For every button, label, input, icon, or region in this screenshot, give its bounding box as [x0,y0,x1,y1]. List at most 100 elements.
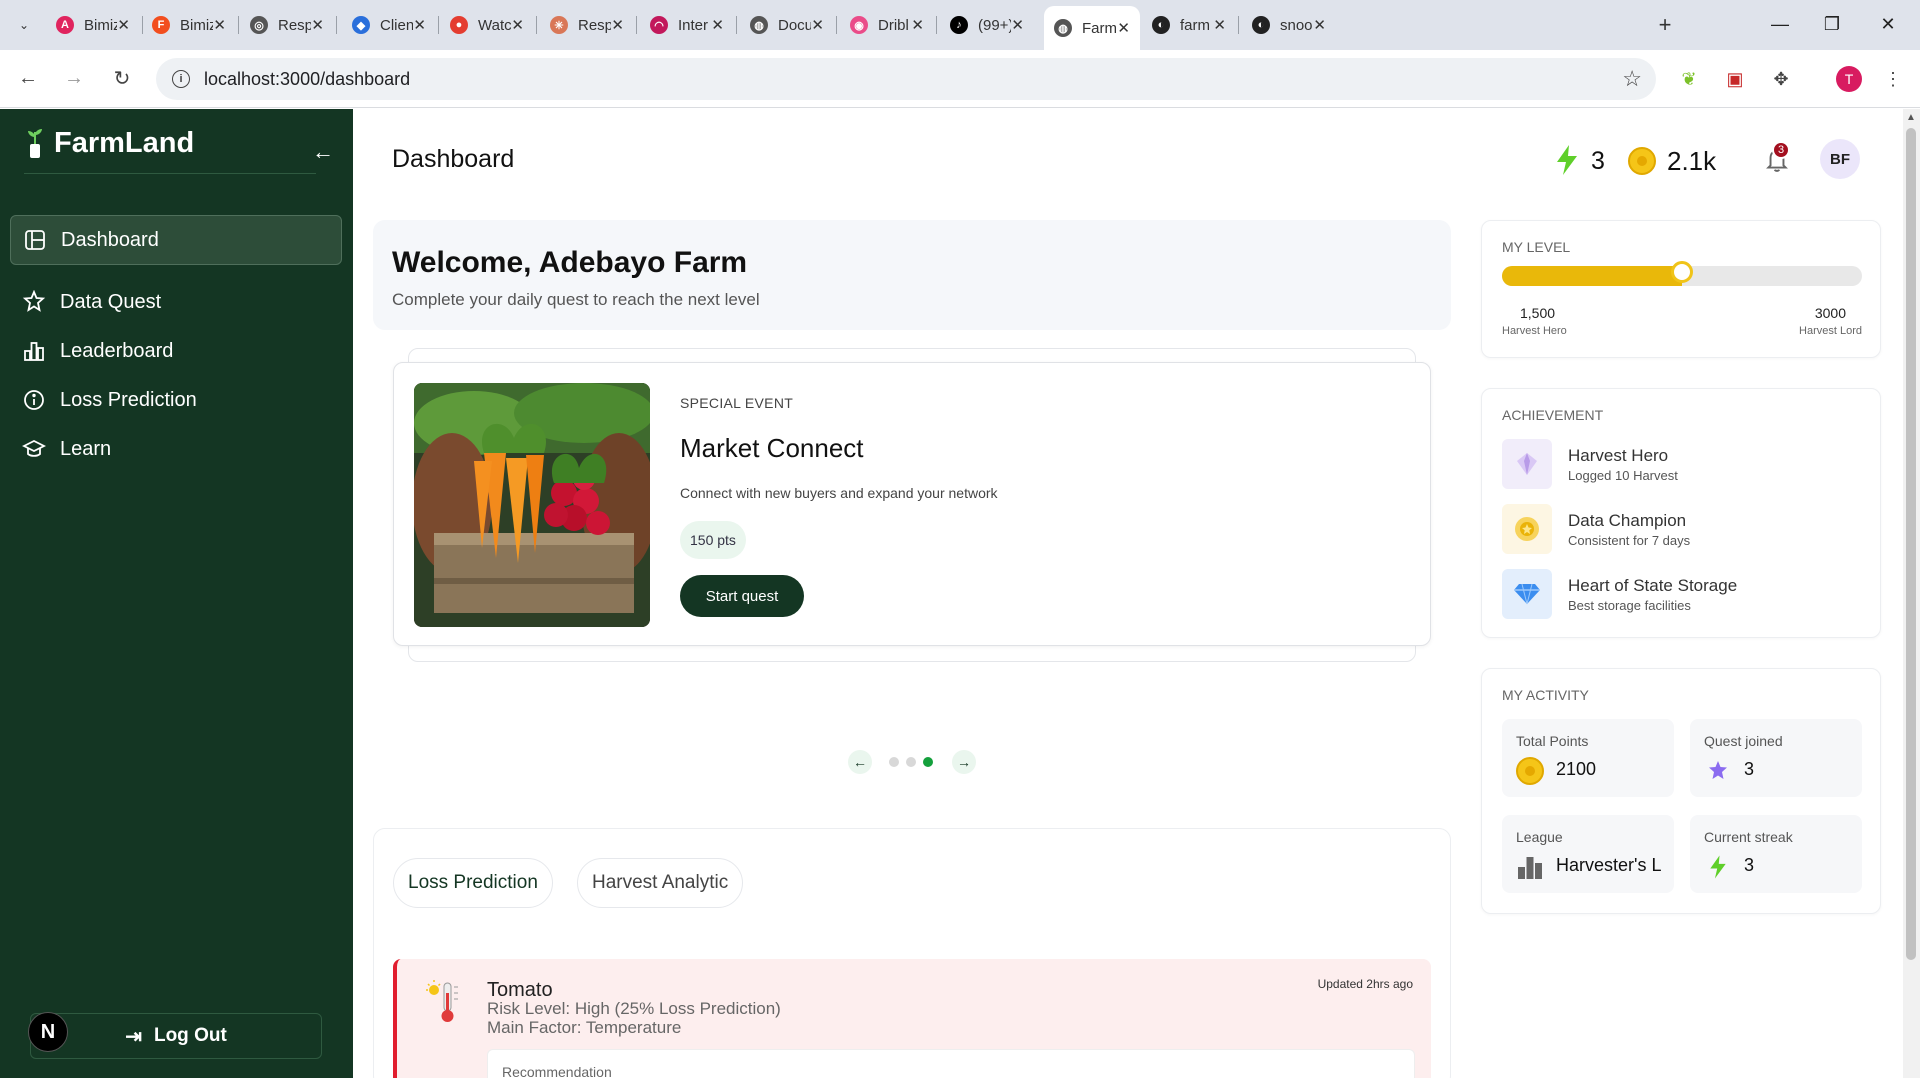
tab-close-icon[interactable]: ✕ [711,16,724,34]
tab-close-icon[interactable]: ✕ [811,16,824,34]
brand-name: FarmLand [54,127,195,159]
tab-close-icon[interactable]: ✕ [213,16,226,34]
url-text: localhost:3000/dashboard [204,68,411,89]
tab-separator [936,16,937,34]
browser-tab[interactable]: ◍ Docu ✕ [740,8,834,42]
recommendation-box: Recommendation [487,1049,1415,1078]
activity-quest-joined: Quest joined 3 [1690,719,1862,797]
site-info-icon[interactable]: i [172,70,190,88]
prediction-updated: Updated 2hrs ago [1317,977,1413,991]
layout-icon [23,228,47,252]
tab-close-icon[interactable]: ✕ [413,16,426,34]
browser-tab[interactable]: F Bimiz ✕ [142,8,236,42]
extension-leaf-icon[interactable]: ❦ [1676,66,1702,92]
browser-tab[interactable]: ◠ Inter ✕ [640,8,734,42]
carousel-dot[interactable] [906,757,916,767]
achievement-card: ACHIEVEMENT Harvest Hero Logged 10 Harve… [1481,388,1881,638]
url-input[interactable]: i localhost:3000/dashboard ☆ [156,58,1656,100]
level-current-value: 1,500 [1520,305,1556,321]
achievement-item[interactable]: Data Champion Consistent for 7 days [1502,504,1690,554]
browser-tab[interactable]: ◉ Dribl ✕ [840,8,934,42]
extension-red-icon[interactable]: ▣ [1722,66,1748,92]
user-avatar[interactable]: BF [1820,139,1860,179]
tab-label: snoo [1280,16,1313,34]
sidebar-item-loss-prediction[interactable]: Loss Prediction [10,375,342,425]
carousel-next-icon[interactable]: → [952,750,976,774]
podium-icon [1516,853,1544,881]
dev-tools-badge[interactable]: N [28,1012,68,1052]
prediction-card: Tomato Risk Level: High (25% Loss Predic… [393,959,1431,1078]
forward-button[interactable]: → [58,62,90,94]
tab-favicon-icon: ◍ [750,16,768,34]
prediction-risk: Risk Level: High (25% Loss Prediction) [487,999,781,1018]
level-next-label: Harvest Lord [1799,325,1862,337]
brand[interactable]: FarmLand [24,127,194,160]
carousel-prev-icon[interactable]: ← [848,750,872,774]
collapse-sidebar-icon[interactable]: ← [312,139,334,165]
browser-tab[interactable]: ● Watc ✕ [440,8,534,42]
tab-separator [438,16,439,34]
sidebar-item-leaderboard[interactable]: Leaderboard [10,326,342,376]
tab-favicon-icon: ◠ [650,16,668,34]
sidebar-item-dashboard[interactable]: Dashboard [10,215,342,265]
extensions-puzzle-icon[interactable]: ✥ [1768,66,1794,92]
scrollbar-thumb[interactable] [1906,128,1916,960]
achievement-title: Data Champion [1568,510,1687,530]
tab-separator [1238,16,1239,34]
scroll-up-icon[interactable]: ▲ [1906,112,1916,123]
achievement-heading: ACHIEVEMENT [1502,407,1604,423]
activity-total-points: Total Points 2100 [1502,719,1674,797]
tab-loss-prediction[interactable]: Loss Prediction [393,858,553,908]
sidebar-item-learn[interactable]: Learn [10,424,342,474]
tab-harvest-analytic[interactable]: Harvest Analytic [577,858,744,908]
brand-divider [24,173,316,174]
reload-button[interactable]: ↻ [106,62,138,94]
tab-favicon-icon: F [152,16,170,34]
browser-menu-icon[interactable]: ⋮ [1880,66,1906,92]
browser-tab[interactable]: ✳ Resp ✕ [540,8,634,42]
sidebar-item-data-quest[interactable]: Data Quest [10,277,342,327]
tab-close-icon[interactable]: ✕ [117,16,130,34]
sidebar-item-label: Data Quest [60,290,162,313]
minimize-button[interactable]: — [1760,8,1800,40]
quest-joined-value: 3 [1744,759,1755,779]
logout-button[interactable]: ⇥ Log Out [30,1013,322,1059]
tab-close-icon[interactable]: ✕ [311,16,324,34]
tab-close-icon[interactable]: ✕ [911,16,924,34]
new-tab-button[interactable]: + [1650,10,1680,40]
bookmark-star-icon[interactable]: ☆ [1622,66,1642,92]
browser-tab[interactable]: ◐ farm ✕ [1142,8,1236,42]
browser-tab[interactable]: ◎ Resp ✕ [240,8,334,42]
tab-search-icon[interactable]: ⌄ [10,11,38,39]
browser-tab[interactable]: ◆ Clien ✕ [342,8,436,42]
browser-tab[interactable]: ◍ Farm ✕ [1044,6,1140,50]
tab-close-icon[interactable]: ✕ [1117,19,1130,37]
tab-label: Watc [478,16,512,34]
tab-close-icon[interactable]: ✕ [1213,16,1226,34]
carousel-dot[interactable] [889,757,899,767]
activity-current-streak: Current streak 3 [1690,815,1862,893]
league-label: League [1516,829,1563,845]
tab-close-icon[interactable]: ✕ [611,16,624,34]
close-window-button[interactable]: ✕ [1868,8,1908,40]
browser-tab[interactable]: ◐ snoo ✕ [1242,8,1336,42]
start-quest-button[interactable]: Start quest [680,575,804,617]
activity-heading: MY ACTIVITY [1502,687,1589,703]
tab-close-icon[interactable]: ✕ [511,16,524,34]
carousel-dot-active[interactable] [923,757,933,767]
sidebar-item-label: Learn [60,437,112,460]
profile-avatar[interactable]: T [1836,66,1862,92]
tab-close-icon[interactable]: ✕ [1011,16,1024,34]
achievement-item[interactable]: Harvest Hero Logged 10 Harvest [1502,439,1678,489]
achievement-subtitle: Consistent for 7 days [1568,532,1691,548]
back-button[interactable]: ← [12,62,44,94]
achievement-item[interactable]: Heart of State Storage Best storage faci… [1502,569,1737,619]
tab-close-icon[interactable]: ✕ [1313,16,1326,34]
tab-separator [836,16,837,34]
browser-tab[interactable]: ♪ (99+) ✕ [940,8,1034,42]
level-progress-knob [1671,261,1693,283]
sidebar-item-label: Leaderboard [60,339,174,362]
restore-button[interactable]: ❐ [1812,8,1852,40]
browser-tab[interactable]: A Bimiz ✕ [46,8,140,42]
achievement-subtitle: Logged 10 Harvest [1568,467,1678,483]
